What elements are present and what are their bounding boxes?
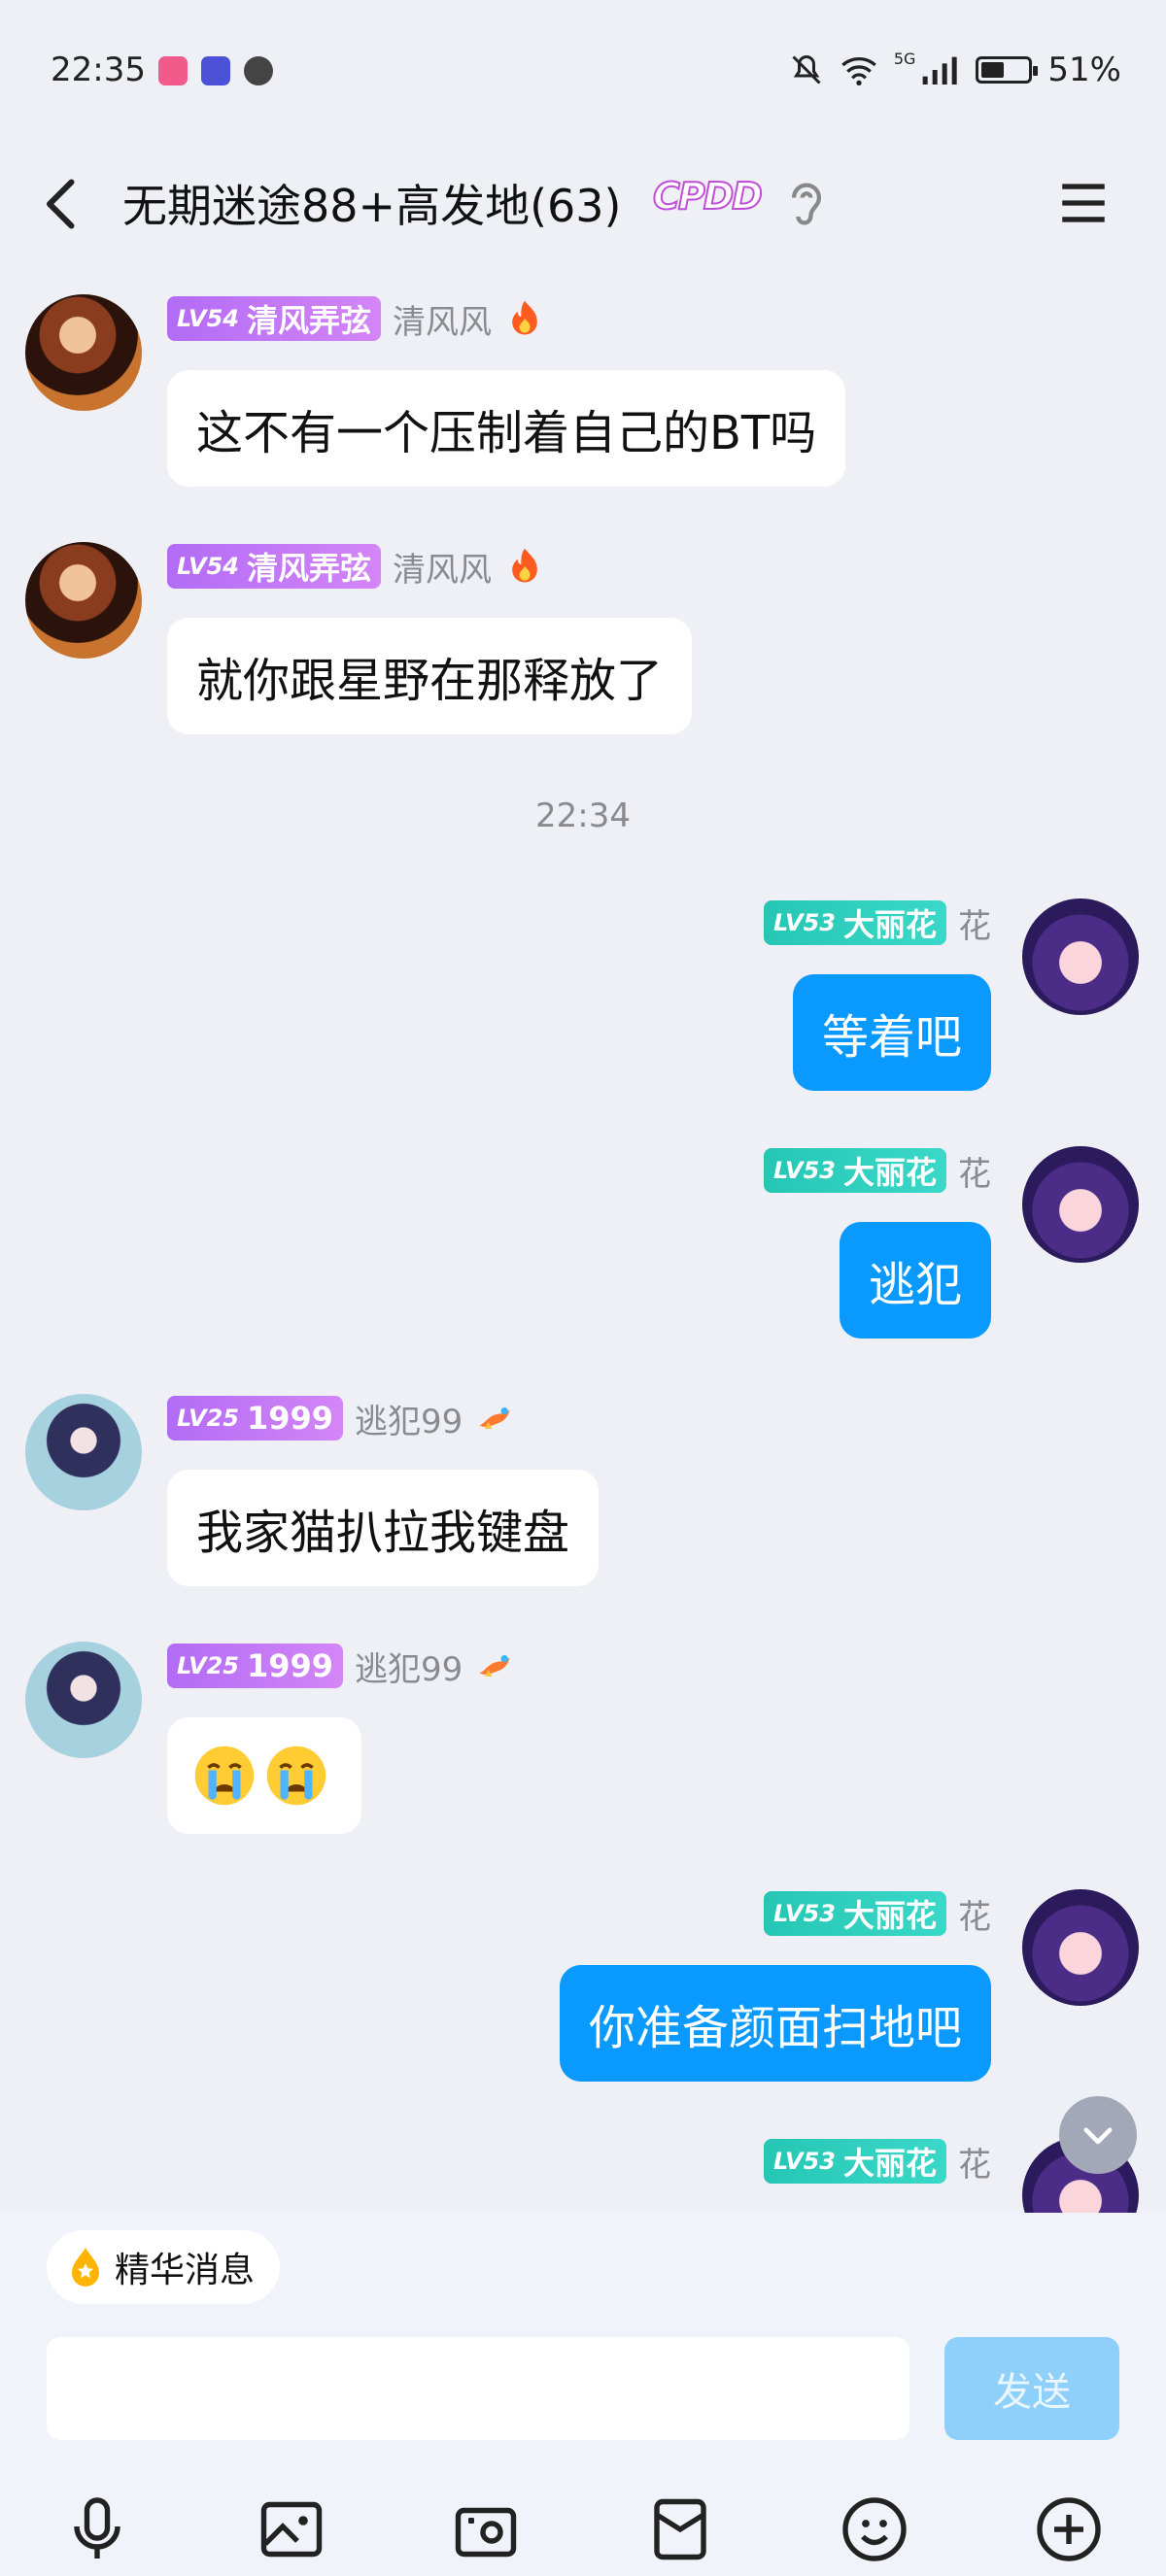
battery-percent: 51% [1047, 51, 1121, 89]
sender-nickname[interactable]: 花 [958, 2138, 991, 2186]
status-time: 22:35 [51, 51, 146, 89]
network-type: 5G [893, 49, 916, 68]
battery-icon [976, 56, 1039, 84]
send-button[interactable]: 发送 [944, 2337, 1119, 2440]
droplet-icon [72, 2248, 99, 2287]
dragon-icon [479, 1655, 510, 1677]
status-app-icons [158, 56, 273, 85]
sender-info: LV25 1999 逃犯99 [167, 1642, 517, 1690]
input-panel: 精华消息 发送 [0, 2213, 1166, 2576]
level-badge: LV53 大丽花 [764, 1148, 946, 1193]
app-notification-icon [158, 56, 188, 85]
flame-icon [512, 300, 537, 335]
level-badge: LV53 大丽花 [764, 1891, 946, 1936]
sender-nickname[interactable]: 花 [958, 1890, 991, 1938]
message-bubble[interactable]: 就你跟星野在那释放了 [167, 618, 693, 734]
message-bubble[interactable]: 逃犯 [839, 1222, 991, 1339]
level-badge: LV54 清风弄弦 [167, 544, 381, 589]
wifi-icon [841, 57, 876, 85]
emoji-icon[interactable] [840, 2494, 909, 2564]
avatar[interactable] [1022, 1146, 1139, 1263]
level-badge: LV25 1999 [167, 1396, 344, 1441]
crying-face-icon [266, 1746, 326, 1806]
camera-icon[interactable] [451, 2494, 521, 2564]
back-arrow-icon[interactable] [35, 175, 93, 233]
avatar[interactable] [1022, 1889, 1139, 2006]
sender-info: LV54 清风弄弦 清风风 [167, 542, 546, 591]
sender-info: LV53 大丽花 花 [764, 1146, 991, 1195]
message-bubble[interactable]: 我家猫扒拉我键盘 [167, 1470, 600, 1586]
battery-fill [981, 62, 1005, 78]
chat-header: 无期迷途88+高发地(63) CPDD [0, 146, 1166, 272]
message-bubble[interactable]: 这不有一个压制着自己的BT吗 [167, 370, 846, 487]
message-item: LV53 大丽花 花 [0, 2137, 1166, 2213]
message-input[interactable] [47, 2337, 909, 2440]
red-packet-icon[interactable] [645, 2494, 715, 2564]
dragon-icon [479, 1407, 510, 1429]
sender-nickname[interactable]: 花 [958, 899, 991, 947]
avatar[interactable] [25, 1642, 142, 1758]
cpdd-badge: CPDD [652, 174, 764, 219]
status-right: 5G 51% [789, 49, 1121, 89]
scroll-down-icon [1083, 2127, 1113, 2145]
status-bar: 22:35 5G 51% [0, 0, 1166, 146]
scroll-down-button[interactable] [1059, 2096, 1137, 2174]
flame-icon [512, 548, 537, 583]
mute-bell-icon [792, 54, 821, 85]
avatar[interactable] [25, 1394, 142, 1510]
message-bubble[interactable] [167, 1717, 361, 1834]
sender-nickname[interactable]: 逃犯99 [355, 1643, 463, 1690]
sender-info: LV53 大丽花 花 [764, 898, 991, 947]
avatar[interactable] [25, 294, 142, 411]
essence-label: 精华消息 [115, 2251, 256, 2290]
ear-icon[interactable] [785, 177, 828, 231]
plus-icon[interactable] [1034, 2494, 1104, 2564]
sender-info: LV25 1999 逃犯99 [167, 1394, 517, 1442]
input-toolbar [0, 2485, 1166, 2572]
avatar[interactable] [1022, 898, 1139, 1015]
message-bubble[interactable]: 等着吧 [792, 974, 991, 1091]
signal-icon [923, 56, 958, 85]
sender-nickname[interactable]: 花 [958, 1147, 991, 1195]
chat-bubble-icon [244, 56, 273, 85]
crying-face-icon [194, 1746, 255, 1806]
image-icon[interactable] [257, 2494, 326, 2564]
menu-icon[interactable] [1055, 175, 1112, 231]
sender-nickname[interactable]: 清风风 [393, 543, 492, 591]
sender-info: LV53 大丽花 花 [764, 1889, 991, 1938]
sender-info: LV54 清风弄弦 清风风 [167, 294, 546, 343]
essence-messages-button[interactable]: 精华消息 [47, 2230, 281, 2304]
level-badge: LV53 大丽花 [764, 2139, 946, 2184]
message-bubble[interactable]: 你准备颜面扫地吧 [559, 1965, 991, 2082]
level-badge: LV53 大丽花 [764, 900, 946, 945]
tieba-icon [201, 56, 230, 85]
sender-nickname[interactable]: 逃犯99 [355, 1395, 463, 1442]
sender-info: LV53 大丽花 花 [764, 2137, 991, 2186]
message-timestamp: 22:34 [535, 797, 631, 835]
level-badge: LV54 清风弄弦 [167, 296, 381, 341]
avatar[interactable] [25, 542, 142, 659]
microphone-icon[interactable] [62, 2494, 132, 2564]
chat-title[interactable]: 无期迷途88+高发地(63) [122, 171, 622, 235]
level-badge: LV25 1999 [167, 1644, 344, 1688]
sender-nickname[interactable]: 清风风 [393, 295, 492, 343]
